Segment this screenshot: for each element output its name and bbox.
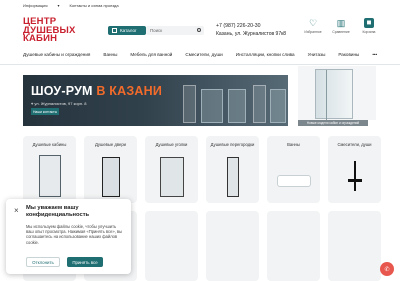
- category-card-shower-partitions[interactable]: Душевые перегородки: [206, 136, 259, 203]
- cart-label: Корзина: [362, 30, 376, 34]
- info-menu-link[interactable]: Информация: [23, 3, 48, 8]
- header-actions: ♡ Избранное ▥ Сравнение ◼ Корзина: [304, 18, 378, 34]
- category-card-shower-corners[interactable]: Душевые уголки: [145, 136, 198, 203]
- shower-corner-image: [159, 157, 184, 197]
- divider: [0, 64, 400, 65]
- chevron-down-icon: ▾: [57, 2, 60, 8]
- cookie-title: Мы уважаем вашу конфиденциальность: [26, 205, 90, 218]
- favorites-button[interactable]: ♡ Избранное: [304, 18, 322, 34]
- banner-cabin-image: [228, 89, 246, 123]
- side-promo-caption[interactable]: Новые модели кабин и ограждений: [298, 120, 368, 126]
- category-label: Душевые перегородки: [210, 142, 255, 147]
- favorites-label: Избранное: [304, 30, 322, 34]
- shower-partition-image: [226, 157, 239, 197]
- category-label: Смесители, души: [337, 142, 372, 147]
- category-card-mixers[interactable]: Смесители, души: [328, 136, 381, 203]
- shower-door-image: [101, 157, 120, 197]
- nav-item-furniture[interactable]: Мебель для ванной: [130, 52, 172, 57]
- nav-item-mixers[interactable]: Смесители, души: [185, 52, 222, 57]
- nav-item-toilets[interactable]: Унитазы: [308, 52, 326, 57]
- contacts-link[interactable]: Контакты и схема проезда: [70, 3, 119, 8]
- category-label: Ванны: [287, 142, 300, 147]
- mixer-image: [347, 161, 362, 191]
- nav-more-button[interactable]: •••: [372, 52, 377, 57]
- banner-title: ШОУ-РУМ В КАЗАНИ: [31, 84, 163, 98]
- category-card-baths[interactable]: Ванны: [267, 136, 320, 203]
- banner-glass-panel: [253, 85, 266, 123]
- catalog-button-label: Каталог: [120, 28, 137, 33]
- bathtub-image: [276, 175, 311, 187]
- category-label: Душевые уголки: [155, 142, 188, 147]
- cart-icon: ◼: [364, 18, 374, 28]
- grid-icon: [112, 28, 117, 33]
- top-utility-bar: Информация ▾ Контакты и схема проезда: [0, 0, 400, 10]
- search-input[interactable]: Поиск: [146, 26, 204, 35]
- shower-cabin-image: [38, 155, 61, 197]
- cookie-text: Мы используем файлы cookie, чтобы улучши…: [26, 224, 123, 245]
- search-placeholder: Поиск: [150, 28, 163, 33]
- chat-icon: ✆: [384, 266, 390, 273]
- category-label: Душевые кабины: [32, 142, 67, 147]
- banner-cabin-image: [270, 89, 286, 123]
- header-contacts: +7 (987) 226-20-30 Казань, ул. Журналист…: [216, 22, 286, 38]
- cookie-consent-dialog: × Мы уважаем вашу конфиденциальность Мы …: [6, 199, 131, 274]
- nav-item-installations[interactable]: Инсталляции, кнопки слива: [236, 52, 295, 57]
- close-icon[interactable]: ×: [14, 207, 19, 215]
- compare-label: Сравнение: [332, 30, 350, 34]
- category-card-shower-cabins[interactable]: Душевые кабины: [23, 136, 76, 203]
- category-label: Душевые двери: [94, 142, 127, 147]
- main-nav: Душевые кабины и ограждения Ванны Мебель…: [23, 49, 383, 59]
- cart-button[interactable]: ◼ Корзина: [360, 18, 378, 34]
- store-address: Казань, ул. Журналистов 97к8: [216, 31, 287, 37]
- banner-cabin-image: [201, 89, 223, 123]
- showroom-banner[interactable]: ШОУ-РУМ В КАЗАНИ ⌖ ул. Журналистов, 97 к…: [23, 75, 288, 126]
- promo-cabin-image: [315, 69, 353, 120]
- category-card[interactable]: [328, 211, 381, 281]
- category-card[interactable]: [206, 211, 259, 281]
- heart-icon: ♡: [308, 18, 318, 28]
- chat-widget-button[interactable]: ✆: [380, 262, 394, 276]
- logo-wordmark: Центр Душевых Кабин: [23, 16, 76, 44]
- compare-icon: ▥: [336, 18, 346, 28]
- logo[interactable]: Центр Душевых Кабин: [23, 16, 89, 48]
- category-card[interactable]: [267, 211, 320, 281]
- search-icon[interactable]: [197, 28, 201, 32]
- category-card[interactable]: [145, 211, 198, 281]
- side-promo-card[interactable]: [298, 66, 376, 120]
- compare-button[interactable]: ▥ Сравнение: [332, 18, 350, 34]
- category-card-shower-doors[interactable]: Душевые двери: [84, 136, 137, 203]
- decline-button[interactable]: Отклонить: [26, 257, 60, 267]
- nav-item-sinks[interactable]: Раковины: [338, 52, 359, 57]
- category-grid: Душевые кабины Душевые двери Душевые уго…: [23, 136, 381, 203]
- nav-item-shower-cabins[interactable]: Душевые кабины и ограждения: [23, 52, 90, 57]
- banner-glass-panel: [183, 85, 196, 123]
- phone-number[interactable]: +7 (987) 226-20-30: [216, 22, 286, 30]
- banner-contacts-button[interactable]: Наши контакты: [31, 108, 59, 115]
- accept-all-button[interactable]: Принять все: [67, 257, 103, 267]
- nav-item-baths[interactable]: Ванны: [103, 52, 117, 57]
- banner-address: ⌖ ул. Журналистов, 97 корп. 8: [31, 101, 87, 106]
- catalog-button[interactable]: Каталог: [108, 26, 146, 35]
